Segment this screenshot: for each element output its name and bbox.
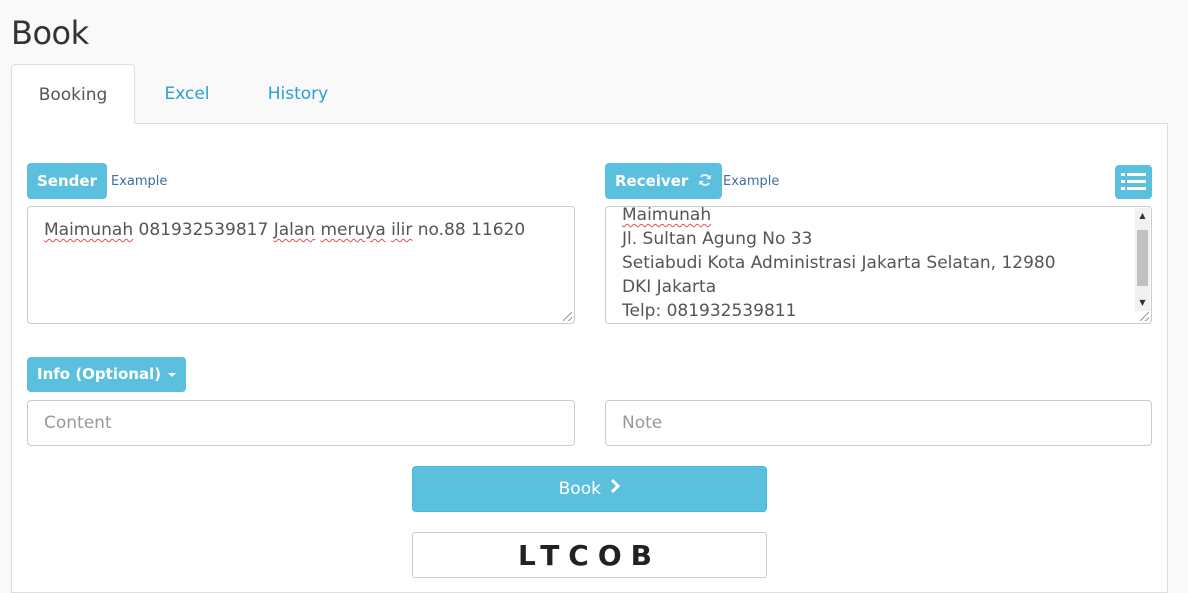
receiver-line: DKI Jakarta bbox=[622, 277, 717, 297]
sender-textarea[interactable]: Maimunah 081932539817 Jalan meruya ilir … bbox=[27, 206, 575, 324]
scroll-up-icon[interactable]: ▲ bbox=[1135, 208, 1150, 224]
sender-word: Jalan bbox=[273, 220, 316, 240]
content-input[interactable]: Content bbox=[27, 400, 575, 446]
receiver-label[interactable]: Receiver bbox=[605, 163, 722, 199]
scroll-down-icon[interactable]: ▼ bbox=[1135, 295, 1150, 311]
tab-history[interactable]: History bbox=[247, 64, 349, 124]
sender-word: 11620 bbox=[471, 220, 526, 240]
tab-bar: Booking Excel History bbox=[11, 64, 1168, 124]
info-label: Info (Optional) bbox=[37, 365, 162, 383]
sender-word: ilir bbox=[391, 220, 413, 240]
info-dropdown-button[interactable]: Info (Optional) bbox=[27, 357, 187, 392]
chevron-right-icon bbox=[610, 467, 621, 511]
receiver-line: Jl. Sultan Agung No 33 bbox=[622, 229, 813, 249]
book-button-label: Book bbox=[558, 479, 601, 499]
tab-booking[interactable]: Booking bbox=[11, 64, 135, 124]
caret-down-icon bbox=[168, 372, 177, 377]
sender-word: no.88 bbox=[417, 220, 466, 240]
sender-label[interactable]: Sender bbox=[27, 163, 107, 199]
scroll-thumb[interactable] bbox=[1137, 230, 1148, 286]
address-list-button[interactable] bbox=[1115, 165, 1152, 199]
receiver-text: Maimunah Jl. Sultan Agung No 33 Setiabud… bbox=[622, 206, 1132, 323]
sender-word: meruya bbox=[320, 220, 386, 240]
receiver-line: Setiabudi Kota Administrasi Jakarta Sela… bbox=[622, 253, 1056, 273]
receiver-label-text: Receiver bbox=[615, 172, 689, 190]
resize-grip-icon[interactable] bbox=[1140, 312, 1149, 321]
sender-word: 081932539817 bbox=[138, 220, 269, 240]
receiver-line: Maimunah bbox=[622, 206, 712, 225]
page-title: Book bbox=[11, 14, 89, 52]
note-input[interactable]: Note bbox=[605, 400, 1152, 446]
refresh-icon bbox=[698, 164, 712, 200]
receiver-line: Telp: 081932539811 bbox=[622, 301, 797, 321]
receiver-textarea[interactable]: Maimunah Jl. Sultan Agung No 33 Setiabud… bbox=[605, 206, 1152, 324]
receiver-scrollbar[interactable]: ▲ ▼ bbox=[1135, 208, 1150, 311]
list-icon bbox=[1121, 171, 1146, 197]
tab-excel[interactable]: Excel bbox=[139, 64, 235, 124]
resize-grip-icon[interactable] bbox=[563, 312, 572, 321]
sender-word: Maimunah bbox=[44, 220, 134, 240]
book-button[interactable]: Book bbox=[412, 466, 767, 512]
sender-example-link[interactable]: Example bbox=[111, 174, 167, 189]
receiver-example-link[interactable]: Example bbox=[723, 174, 779, 189]
captcha-image: LTCOB bbox=[412, 532, 767, 578]
sender-text: Maimunah 081932539817 Jalan meruya ilir … bbox=[44, 218, 558, 242]
